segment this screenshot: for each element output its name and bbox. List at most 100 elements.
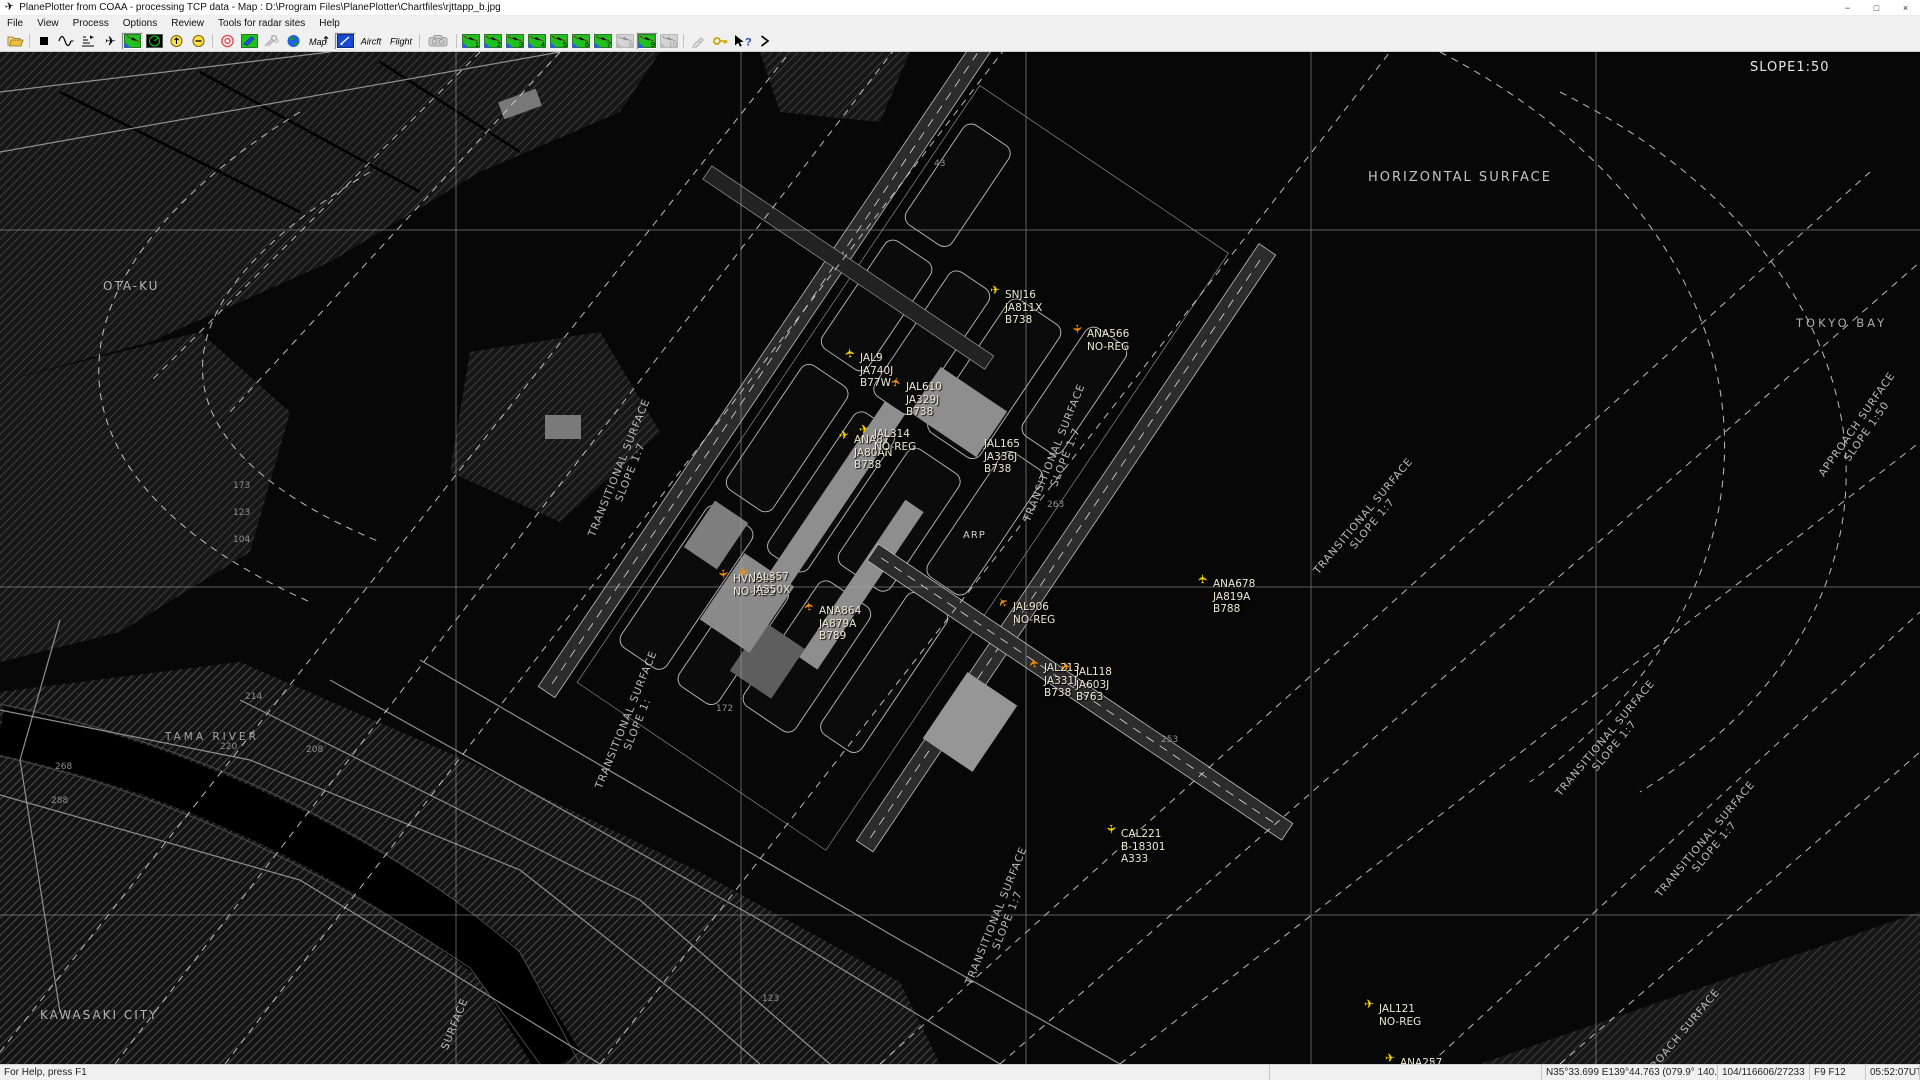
aircraft-label-jal118[interactable]: ✈JAL118JA603JB763 [1076,666,1112,704]
surface-annotation-line: TRANSITIONAL SURFACE [586,397,652,539]
aircraft-label-cal221[interactable]: ✈CAL221B-18301A333 [1121,828,1165,866]
surface-annotation: TRANSITIONAL SURFACESLOPE 1:7 [963,845,1041,991]
map-label-slope1-50: SLOPE1:50 [1750,60,1830,75]
menu-tools-for-radar-sites[interactable]: Tools for radar sites [211,16,312,31]
menu-help[interactable]: Help [312,16,347,31]
aircraft-icon[interactable]: ✈ [717,568,730,579]
toolbar-world-map-button[interactable] [282,32,304,50]
surface-annotation: TRANSITIONAL SURFACESLOPE 1:7 [586,397,664,543]
surface-annotation: TRANSITIONAL SURFACESLOPE 1:7 [1653,779,1766,908]
aircraft-reg: NO-REG [1087,341,1129,354]
toolbar-more-tools-button[interactable] [753,32,775,50]
menu-options[interactable]: Options [116,16,164,31]
toolbar-separator [456,34,457,48]
chart-5-icon: 5 [550,34,568,48]
toolbar-chart-8-button[interactable]: 8 [614,32,636,50]
aircraft-icon[interactable]: ✈ [1197,574,1209,584]
toolbar-signal-trace-button[interactable] [55,32,77,50]
minimize-button[interactable]: − [1833,0,1862,15]
open-chart-icon [7,34,24,48]
toolbar-zoom-in-button[interactable] [165,32,187,50]
aircraft-icon[interactable]: ✈ [1071,323,1084,334]
toolbar-message-levels-button[interactable] [77,32,99,50]
aircraft-label-ana864[interactable]: ✈ANA864JA879AB789 [819,605,861,643]
elevation-value: 208 [306,745,323,755]
aircraft-icon[interactable]: ✈ [1384,1052,1395,1064]
svg-text:5: 5 [563,40,567,48]
elevation-value: 288 [51,796,68,806]
surface-annotation: APPROACH SURFACESLOPE 1:50 [1816,370,1907,486]
window-controls: − □ × [1833,0,1920,15]
toolbar-registration-key-button[interactable] [709,32,731,50]
toolbar-sharing-button[interactable] [238,32,260,50]
toolbar-map-view-button[interactable] [121,32,143,50]
aircraft-icon[interactable]: ✈ [1105,823,1118,834]
surface-annotation-line: SLOPE 1:7 [1321,463,1425,584]
aircraft-icon[interactable]: ✈ [1363,998,1374,1011]
toolbar-draw-button[interactable] [687,32,709,50]
stop-icon [36,34,53,48]
toolbar-radar-view-button[interactable] [143,32,165,50]
aircraft-type: B763 [1076,691,1112,704]
menu-view[interactable]: View [30,16,66,31]
aircraft-label-snj16[interactable]: ✈SNJ16JA811XB738 [1005,289,1042,327]
aircraft-icon[interactable]: ✈ [802,600,816,612]
toolbar-chart-7-button[interactable]: 7 [592,32,614,50]
close-button[interactable]: × [1891,0,1920,15]
toolbar-chart-5-button[interactable]: 5 [548,32,570,50]
aircraft-label-jal610[interactable]: ✈JAL610JA329JB738 [906,381,942,419]
toolbar-chart-9-button[interactable]: 9 [636,32,658,50]
aircraft-label-jal314[interactable]: ✈JAL314NO-REG [874,428,916,453]
status-fkeys: F9 F12 [1810,1065,1866,1080]
aircraft-icon[interactable]: ✈ [889,376,903,388]
aircraft-icon[interactable]: ✈ [1027,657,1041,670]
elevation-value: 214 [245,692,262,702]
toolbar-map-upload-button[interactable]: Map [304,32,334,50]
toolbar-tools-button[interactable] [260,32,282,50]
sharing-icon [241,34,258,48]
aircraft-label-ana257[interactable]: ✈ANA257 [1400,1057,1442,1064]
aircraft-icon[interactable]: ✈ [838,428,850,442]
menu-file[interactable]: File [0,16,30,31]
aircraft-label-ana678[interactable]: ✈ANA678JA819AB788 [1213,578,1255,616]
toolbar-chart-1-button[interactable]: 1 [460,32,482,50]
aircraft-icon[interactable]: ✈ [844,347,857,358]
aircraft-label-jal906[interactable]: ✈JAL906NO-REG [1013,601,1055,626]
aircraft-callsign: ANA864 [819,605,861,618]
toolbar-mlat-target-button[interactable] [216,32,238,50]
toolbar-chart-3-button[interactable]: 3 [504,32,526,50]
map-area[interactable]: SLOPE1:50HORIZONTAL SURFACETOKYO BAYOTA-… [0,52,1920,1064]
menu-process[interactable]: Process [66,16,116,31]
aircraft-icon[interactable]: ✈ [1060,661,1071,674]
menu-review[interactable]: Review [164,16,211,31]
toolbar-aircraft-list-button[interactable]: Aircft [356,32,386,50]
aircraft-icon[interactable]: ✈ [989,284,1000,297]
aircraft-label-jal121[interactable]: ✈JAL121NO-REG [1379,1003,1421,1028]
map-labels: SLOPE1:50HORIZONTAL SURFACETOKYO BAYOTA-… [0,52,1920,1064]
maximize-button[interactable]: □ [1862,0,1891,15]
toolbar-aircraft-view-button[interactable]: ✈ [99,32,121,50]
aircraft-type: B738 [984,463,1020,476]
elevation-value: 173 [233,481,250,491]
surface-annotation-line: TRANSITIONAL SURFACE [593,649,659,791]
toolbar-chart-4-button[interactable]: 4 [526,32,548,50]
toolbar-chart-6-button[interactable]: 6 [570,32,592,50]
toolbar-context-help-button[interactable]: ? [731,32,753,50]
app-icon: ✈ [4,1,15,13]
aircraft-label-jal165[interactable]: JAL165JA336JB738 [984,438,1020,476]
surface-annotation-line: TRANSITIONAL SURFACE [963,845,1029,987]
toolbar-chart-edit-button[interactable] [334,32,356,50]
map-label-tokyo-bay: TOKYO BAY [1796,316,1887,330]
aircraft-label-ana566[interactable]: ✈ANA566NO-REG [1087,328,1129,353]
toolbar-chart-10-button[interactable]: 10 [658,32,680,50]
toolbar-open-chart-button[interactable] [4,32,26,50]
chart-9-icon: 9 [638,34,656,48]
toolbar-chart-2-button[interactable]: 2 [482,32,504,50]
toolbar-zoom-out-button[interactable] [187,32,209,50]
toolbar-snapshot-button[interactable] [423,32,453,50]
aircraft-icon[interactable]: ✈ [858,422,870,436]
toolbar-flight-list-button[interactable]: Flight [386,32,416,50]
toolbar-stop-button[interactable] [33,32,55,50]
aircraft-label-jal357[interactable]: ✈JAL357JA350X [753,571,790,596]
aircraft-icon[interactable]: ✈ [995,594,1011,609]
